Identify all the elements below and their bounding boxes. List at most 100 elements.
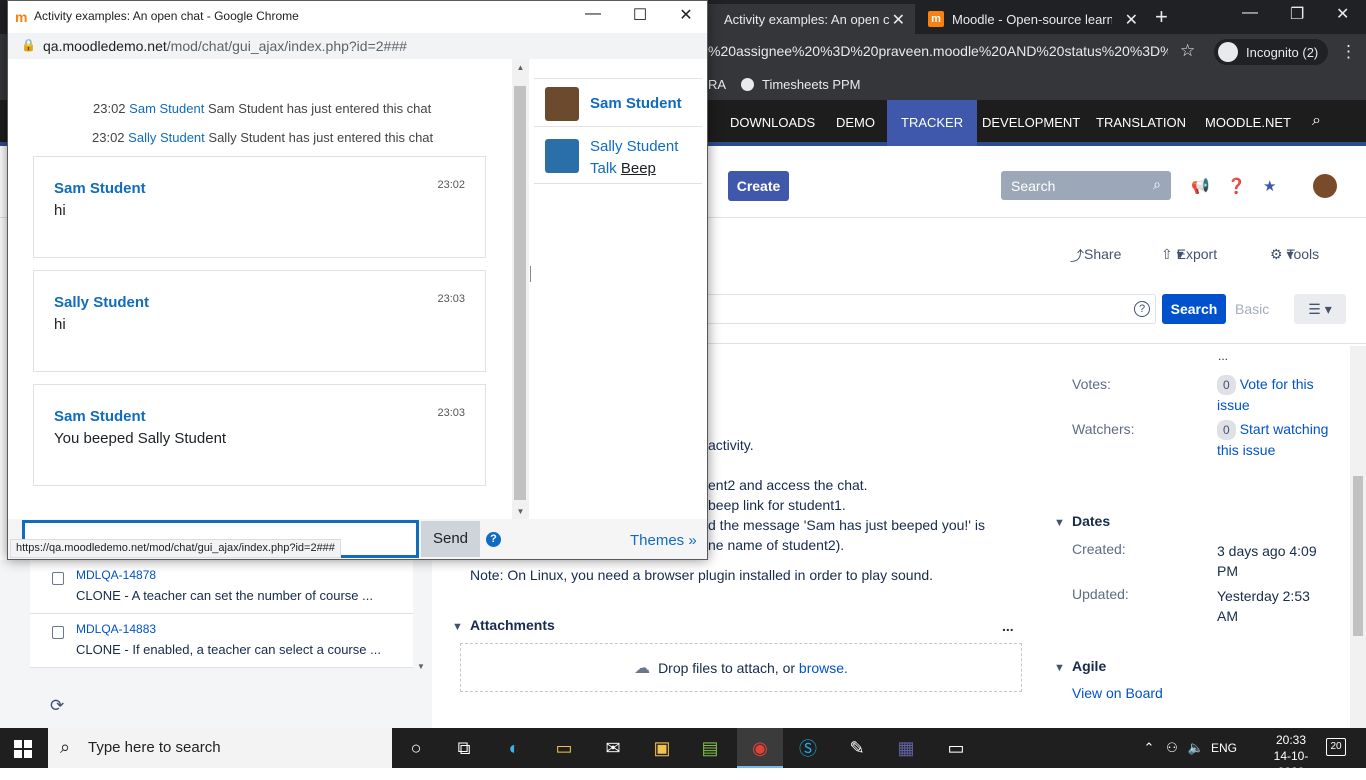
themes-link[interactable]: Themes » [630, 532, 697, 549]
star-icon[interactable]: ★ [1263, 177, 1276, 195]
scroll-up-icon[interactable]: ▲ [512, 63, 529, 72]
minimize-icon[interactable]: — [1242, 4, 1258, 22]
cortana-icon[interactable]: ○ [400, 732, 432, 764]
help-icon[interactable]: ? [486, 532, 501, 547]
chrome-menu-icon[interactable]: ⋮ [1340, 42, 1357, 62]
bookmark-item[interactable]: RA [708, 77, 726, 92]
message-user[interactable]: Sally Student [128, 130, 205, 145]
chat-window-titlebar: m Activity examples: An open chat - Goog… [8, 1, 707, 33]
user-name[interactable]: Sally Student [590, 138, 678, 155]
message-author[interactable]: Sally Student [54, 294, 149, 311]
beep-link[interactable]: Beep [621, 160, 656, 177]
layout-toggle-button[interactable]: ☰ ▾ [1294, 294, 1346, 324]
file-explorer-icon[interactable]: ▭ [548, 732, 580, 764]
task-view-icon[interactable]: ⧉ [448, 732, 480, 764]
dates-section-heading[interactable]: ▼ Dates [1054, 513, 1110, 529]
chrome-icon[interactable]: ◉ [744, 732, 776, 764]
messages-pane: 23:02 Sam Student Sam Student has just e… [8, 59, 518, 519]
talk-link[interactable]: Talk [590, 160, 617, 177]
message-text: You beeped Sally Student [54, 430, 227, 447]
restore-icon[interactable]: ❐ [1290, 4, 1304, 24]
nav-tracker[interactable]: TRACKER [887, 100, 978, 146]
browse-link[interactable]: browse. [799, 660, 848, 676]
splitter-grip-icon[interactable] [530, 266, 532, 282]
nav-demo[interactable]: DEMO [836, 100, 875, 146]
basic-search-link[interactable]: Basic [1235, 301, 1269, 317]
chat-window-url-bar: 🔒 qa.moodledemo.net/mod/chat/gui_ajax/in… [8, 33, 707, 59]
nav-development[interactable]: DEVELOPMENT [982, 100, 1080, 146]
nav-downloads[interactable]: DOWNLOADS [730, 100, 815, 146]
chat-popup-window: m Activity examples: An open chat - Goog… [7, 0, 708, 560]
nav-translation[interactable]: TRANSLATION [1096, 100, 1186, 146]
notification-center-icon[interactable]: 20 [1326, 738, 1346, 756]
syntax-help-icon[interactable]: ? [1134, 301, 1150, 317]
search-button[interactable]: Search [1162, 294, 1226, 324]
system-message: 23:02 Sam Student Sam Student has just e… [93, 101, 431, 116]
mail-icon[interactable]: ✉ [597, 732, 629, 764]
incognito-indicator[interactable]: Incognito (2) [1214, 39, 1329, 65]
search-icon[interactable]: ⌕ [1312, 112, 1321, 130]
chat-window-url[interactable]: qa.moodledemo.net/mod/chat/gui_ajax/inde… [43, 38, 407, 54]
attachment-dropzone[interactable]: ☁ Drop files to attach, or browse. [460, 643, 1022, 692]
help-icon[interactable]: ❓ [1227, 177, 1246, 195]
chevron-down-icon: ▼ [452, 621, 463, 633]
close-tab-icon[interactable]: ✕ [1125, 10, 1138, 30]
user-name[interactable]: Sam Student [590, 95, 682, 112]
close-icon[interactable]: ✕ [671, 5, 701, 25]
bookmark-star-icon[interactable]: ☆ [1180, 41, 1195, 61]
message-author[interactable]: Sam Student [54, 180, 146, 197]
close-window-icon[interactable]: ✕ [1336, 4, 1349, 24]
close-tab-icon[interactable]: ✕ [892, 10, 905, 30]
spreadsheet-icon[interactable]: ▤ [694, 732, 726, 764]
maximize-icon[interactable]: ☐ [625, 5, 655, 25]
create-button[interactable]: Create [728, 171, 789, 201]
list-item[interactable]: MDLQA-14878 CLONE - A teacher can set th… [30, 560, 413, 614]
new-tab-icon[interactable]: + [1155, 4, 1168, 30]
message-author[interactable]: Sam Student [54, 408, 146, 425]
avatar[interactable] [545, 139, 579, 173]
export-button[interactable]: ⇧ Export ▾ [1161, 246, 1217, 263]
app-icon[interactable]: ▣ [646, 732, 678, 764]
attachments-more-icon[interactable]: ... [1002, 618, 1014, 634]
edge-icon[interactable]: ◐ [498, 732, 530, 764]
skype-icon[interactable]: Ⓢ [792, 732, 824, 764]
background-tab-moodle[interactable]: m Moodle - Open-source learnin ✕ [920, 4, 1150, 34]
bookmark-favicon-icon [741, 78, 754, 91]
avatar[interactable] [1313, 174, 1337, 198]
attachments-section-heading[interactable]: ▼ Attachments [452, 617, 555, 633]
messages-scrollbar-thumb[interactable] [514, 86, 526, 500]
background-tab-chat[interactable]: Activity examples: An open chat ✕ [700, 4, 915, 34]
megaphone-icon[interactable]: 📢 [1191, 177, 1210, 195]
incognito-label: Incognito (2) [1246, 44, 1319, 60]
message-user[interactable]: Sam Student [129, 101, 204, 116]
windows-start-icon[interactable] [14, 740, 32, 758]
scroll-down-icon[interactable]: ▼ [512, 507, 529, 516]
minimize-icon[interactable]: — [578, 5, 608, 23]
paint-icon[interactable]: ✎ [841, 732, 873, 764]
issue-key[interactable]: MDLQA-14883 [76, 622, 156, 636]
page-scrollbar-thumb[interactable] [1353, 476, 1363, 636]
tools-button[interactable]: ⚙ Tools ▾ [1270, 246, 1319, 263]
advanced-search-input[interactable]: ? [708, 294, 1156, 324]
monitor-icon[interactable]: ▭ [940, 732, 972, 764]
more-actions-icon[interactable]: ... [1218, 349, 1228, 363]
bookmark-item[interactable]: Timesheets PPM [762, 77, 861, 92]
send-button[interactable]: Send [421, 521, 480, 557]
avatar[interactable] [545, 87, 579, 121]
issue-key[interactable]: MDLQA-14878 [76, 568, 156, 582]
language-indicator[interactable]: ENG [1206, 732, 1242, 764]
share-button[interactable]: ⤴ Share [1070, 246, 1121, 266]
agile-section-heading[interactable]: ▼ Agile [1054, 658, 1106, 674]
chat-message: Sam Student 23:02 hi [33, 156, 486, 258]
teams-icon[interactable]: ▦ [890, 732, 922, 764]
scroll-down-icon[interactable]: ▼ [417, 662, 425, 671]
nav-moodle-net[interactable]: MOODLE.NET [1205, 100, 1291, 146]
taskbar-clock[interactable]: 20:33 14-10-2020 [1264, 732, 1318, 780]
view-on-board-link[interactable]: View on Board [1072, 683, 1163, 703]
background-url[interactable]: %20assignee%20%3D%20praveen.moodle%20AND… [708, 43, 1168, 59]
moodle-favicon-icon: m [928, 11, 944, 27]
taskbar-search-input[interactable]: ⌕ Type here to search [48, 728, 392, 768]
list-item[interactable]: MDLQA-14883 CLONE - If enabled, a teache… [30, 614, 413, 668]
jira-search-input[interactable]: Search ⌕ [1001, 171, 1171, 200]
refresh-icon[interactable]: ⟳ [50, 696, 64, 716]
